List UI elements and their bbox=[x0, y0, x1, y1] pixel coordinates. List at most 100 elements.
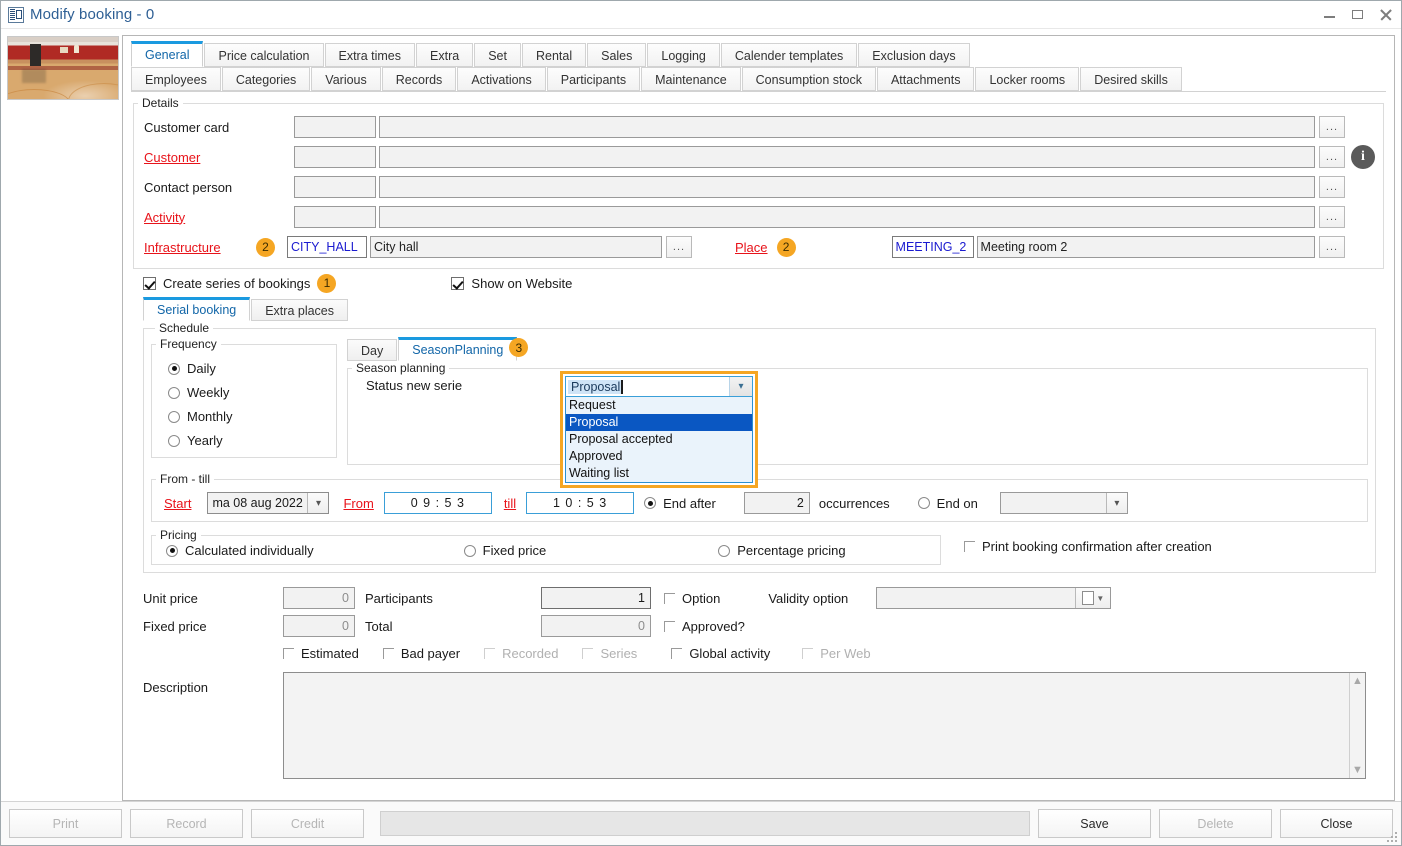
create-series-checkbox-row[interactable]: Create series of bookings 1 bbox=[143, 273, 337, 293]
tab-rental[interactable]: Rental bbox=[521, 43, 587, 67]
tab-various[interactable]: Various bbox=[311, 67, 381, 91]
estimated-checkbox-row[interactable]: Estimated bbox=[283, 646, 359, 661]
label-start[interactable]: Start bbox=[164, 496, 191, 511]
create-series-checkbox[interactable] bbox=[143, 276, 156, 290]
end-after-radio-row[interactable]: End after bbox=[644, 496, 716, 511]
maximize-icon[interactable] bbox=[1351, 8, 1364, 21]
input-infrastructure-code[interactable]: CITY_HALL bbox=[287, 236, 367, 258]
start-date-chevron-down-icon[interactable]: ▾ bbox=[307, 493, 329, 513]
browse-place-button[interactable]: ... bbox=[1319, 236, 1345, 258]
pricing-percentage-row[interactable]: Percentage pricing bbox=[718, 543, 846, 558]
end-on-radio-row[interactable]: End on bbox=[917, 496, 978, 511]
radio-yearly[interactable] bbox=[168, 434, 180, 447]
till-time-input[interactable]: 1 0 : 5 3 bbox=[526, 492, 635, 514]
label-infrastructure[interactable]: Infrastructure bbox=[134, 240, 256, 255]
description-value[interactable] bbox=[284, 673, 1349, 778]
save-button[interactable]: Save bbox=[1038, 809, 1151, 838]
dropdown-option-approved[interactable]: Approved bbox=[566, 448, 752, 465]
validity-option-input[interactable]: ▼ bbox=[876, 587, 1112, 609]
browse-infrastructure-button[interactable]: ... bbox=[666, 236, 692, 258]
input-place-name[interactable]: Meeting room 2 bbox=[976, 236, 1315, 258]
label-activity[interactable]: Activity bbox=[134, 210, 294, 225]
radio-daily[interactable] bbox=[168, 362, 180, 375]
info-icon[interactable]: i bbox=[1351, 145, 1375, 169]
option-checkbox-row[interactable]: Option bbox=[664, 591, 720, 606]
tab-maintenance[interactable]: Maintenance bbox=[641, 67, 741, 91]
pricing-fixed-row[interactable]: Fixed price bbox=[463, 543, 546, 558]
option-checkbox[interactable] bbox=[664, 592, 675, 604]
occurrences-input[interactable]: 2 bbox=[743, 492, 810, 514]
input-activity-name[interactable] bbox=[379, 206, 1315, 228]
minimize-icon[interactable] bbox=[1323, 8, 1336, 21]
close-button[interactable]: Close bbox=[1280, 809, 1393, 838]
input-activity-code[interactable] bbox=[294, 206, 376, 228]
fixed-price-input[interactable]: 0 bbox=[283, 615, 355, 637]
input-customer-name[interactable] bbox=[379, 146, 1315, 168]
delete-button[interactable]: Delete bbox=[1159, 809, 1272, 838]
dropdown-option-request[interactable]: Request bbox=[566, 397, 752, 414]
tab-extra[interactable]: Extra bbox=[416, 43, 474, 67]
scroll-up-icon[interactable]: ▲ bbox=[1352, 675, 1363, 687]
radio-yearly-row[interactable]: Yearly bbox=[168, 433, 336, 448]
start-date-input[interactable]: ma 08 aug 2022 ▾ bbox=[207, 492, 330, 514]
estimated-checkbox[interactable] bbox=[283, 647, 294, 659]
tab-records[interactable]: Records bbox=[381, 67, 457, 91]
input-customer-card-name[interactable] bbox=[379, 116, 1315, 138]
approved-checkbox-row[interactable]: Approved? bbox=[664, 619, 745, 634]
dropdown-option-proposal[interactable]: Proposal bbox=[566, 414, 752, 431]
tab-seasonplanning[interactable]: SeasonPlanning bbox=[398, 337, 518, 361]
input-place-code[interactable]: MEETING_2 bbox=[891, 236, 974, 258]
show-on-website-checkbox-row[interactable]: Show on Website bbox=[451, 276, 572, 291]
tab-logging[interactable]: Logging bbox=[647, 43, 720, 67]
pricing-calculated-row[interactable]: Calculated individually bbox=[166, 543, 314, 558]
status-new-serie-combo[interactable]: Proposal ▾ Request Proposal Proposal acc… bbox=[560, 371, 758, 488]
browse-activity-button[interactable]: ... bbox=[1319, 206, 1345, 228]
tab-locker-rooms[interactable]: Locker rooms bbox=[975, 67, 1080, 91]
radio-end-after[interactable] bbox=[644, 497, 657, 509]
close-icon[interactable] bbox=[1379, 8, 1392, 21]
print-button[interactable]: Print bbox=[9, 809, 122, 838]
label-place[interactable]: Place bbox=[692, 240, 777, 255]
bad-payer-checkbox[interactable] bbox=[382, 647, 394, 659]
tab-exclusion-days[interactable]: Exclusion days bbox=[858, 43, 970, 67]
radio-monthly-row[interactable]: Monthly bbox=[168, 409, 336, 424]
radio-end-on[interactable] bbox=[917, 497, 930, 509]
tab-set[interactable]: Set bbox=[474, 43, 521, 67]
total-input[interactable]: 0 bbox=[541, 615, 651, 637]
label-customer[interactable]: Customer bbox=[134, 150, 294, 165]
unit-price-input[interactable]: 0 bbox=[283, 587, 355, 609]
participants-input[interactable]: 1 bbox=[541, 587, 651, 609]
radio-daily-row[interactable]: Daily bbox=[168, 361, 336, 376]
print-confirmation-row[interactable]: Print booking confirmation after creatio… bbox=[964, 528, 1212, 565]
tab-attachments[interactable]: Attachments bbox=[876, 67, 975, 91]
calculator-icon[interactable]: ▼ bbox=[1075, 588, 1111, 608]
tab-price-calculation[interactable]: Price calculation bbox=[204, 43, 324, 67]
radio-fixed-price[interactable] bbox=[463, 544, 476, 557]
bad-payer-checkbox-row[interactable]: Bad payer bbox=[382, 646, 460, 661]
end-on-date-input[interactable]: ▾ bbox=[999, 492, 1128, 514]
radio-weekly[interactable] bbox=[168, 386, 180, 399]
end-on-chevron-down-icon[interactable]: ▾ bbox=[1105, 493, 1127, 513]
resize-grip[interactable] bbox=[1387, 832, 1398, 843]
global-activity-checkbox[interactable] bbox=[671, 647, 683, 659]
global-activity-checkbox-row[interactable]: Global activity bbox=[671, 646, 770, 661]
browse-customer-card-button[interactable]: ... bbox=[1319, 116, 1345, 138]
browse-contact-person-button[interactable]: ... bbox=[1319, 176, 1345, 198]
dropdown-option-proposal-accepted[interactable]: Proposal accepted bbox=[566, 431, 752, 448]
tab-categories[interactable]: Categories bbox=[221, 67, 311, 91]
tab-sales[interactable]: Sales bbox=[587, 43, 647, 67]
radio-percentage-pricing[interactable] bbox=[718, 544, 731, 557]
input-contact-person-code[interactable] bbox=[294, 176, 376, 198]
label-from[interactable]: From bbox=[329, 496, 383, 511]
status-new-serie-input[interactable]: Proposal ▾ bbox=[565, 376, 753, 397]
input-infrastructure-name[interactable]: City hall bbox=[370, 236, 662, 258]
description-scrollbar[interactable]: ▲ ▼ bbox=[1349, 673, 1365, 778]
tab-activations[interactable]: Activations bbox=[457, 67, 546, 91]
radio-calculated-individually[interactable] bbox=[166, 544, 178, 557]
record-button[interactable]: Record bbox=[130, 809, 243, 838]
tab-general[interactable]: General bbox=[131, 41, 204, 67]
dropdown-option-waiting-list[interactable]: Waiting list bbox=[566, 465, 752, 482]
label-till[interactable]: till bbox=[492, 496, 526, 511]
tab-calender-templates[interactable]: Calender templates bbox=[720, 43, 858, 67]
tab-extra-places[interactable]: Extra places bbox=[251, 299, 348, 321]
